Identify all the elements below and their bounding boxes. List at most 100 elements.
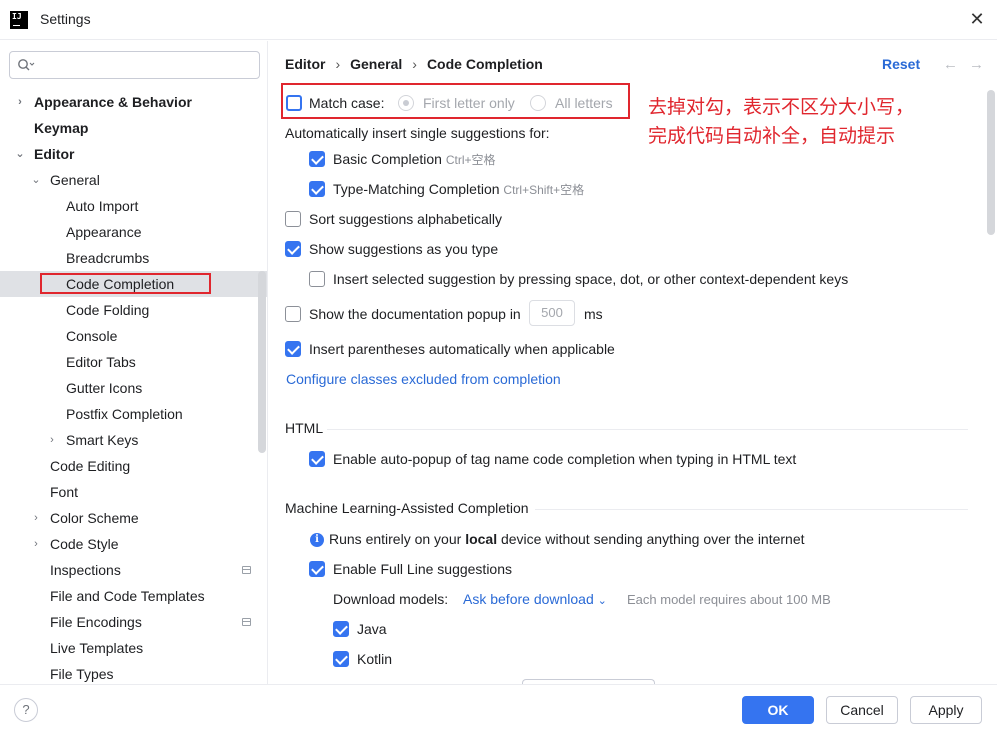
chevron-right-icon[interactable]: ›	[30, 531, 42, 557]
sidebar-item-code-folding[interactable]: Code Folding	[0, 297, 267, 323]
chevron-right-icon[interactable]: ›	[14, 89, 26, 115]
type-matching-row: Type-Matching Completion Ctrl+Shift+空格	[333, 179, 584, 200]
sidebar-item-label: Auto Import	[66, 198, 139, 214]
sidebar-item-inspections[interactable]: Inspections	[0, 557, 267, 583]
sidebar-item-color-scheme[interactable]: › Color Scheme	[0, 505, 267, 531]
back-arrow-icon[interactable]: ←	[943, 56, 958, 73]
sidebar-item-font[interactable]: Font	[0, 479, 267, 505]
sidebar-item-editor-tabs[interactable]: Editor Tabs	[0, 349, 267, 375]
sidebar-item-label: Code Folding	[66, 302, 150, 318]
kotlin-checkbox[interactable]	[333, 651, 349, 667]
content-scrollbar[interactable]	[987, 90, 995, 235]
sidebar-item-label: Editor Tabs	[66, 354, 136, 370]
kotlin-label: Kotlin	[357, 651, 393, 667]
sidebar-item-file-encodings[interactable]: File Encodings	[0, 609, 267, 635]
breadcrumb-general[interactable]: General	[350, 56, 402, 72]
sidebar-item-label: Appearance	[66, 224, 142, 240]
ml-info-text: Runs entirely on your local device witho…	[329, 529, 805, 549]
chevron-right-icon[interactable]: ›	[30, 505, 42, 531]
project-scope-icon	[242, 618, 251, 626]
close-icon[interactable]: ✕	[967, 9, 987, 29]
breadcrumb-separator: ›	[335, 56, 341, 72]
sidebar-item-postfix-completion[interactable]: Postfix Completion	[0, 401, 267, 427]
sidebar-item-code-editing[interactable]: Code Editing	[0, 453, 267, 479]
sidebar-item-label: Breadcrumbs	[66, 250, 150, 266]
sidebar-item-label: General	[50, 172, 100, 188]
doc-popup-label: Show the documentation popup in	[309, 306, 521, 322]
sidebar-item-general[interactable]: ⌄ General	[0, 167, 267, 193]
sort-alphabetically-checkbox[interactable]	[285, 211, 301, 227]
project-scope-icon	[242, 566, 251, 574]
ml-info-post: device without sending anything over the…	[497, 531, 805, 547]
sidebar-item-label: Smart Keys	[66, 432, 139, 448]
help-icon[interactable]: ?	[14, 698, 38, 722]
sidebar-item-smart-keys[interactable]: › Smart Keys	[0, 427, 267, 453]
apply-button[interactable]: Apply	[910, 696, 982, 724]
auto-insert-heading: Automatically insert single suggestions …	[285, 125, 550, 141]
sidebar-item-file-types[interactable]: File Types	[0, 661, 267, 684]
settings-content: Editor › General › Code Completion Reset ← →…	[269, 41, 997, 684]
sidebar-item-keymap[interactable]: Keymap	[0, 115, 267, 141]
sidebar-item-console[interactable]: Console	[0, 323, 267, 349]
java-label: Java	[357, 621, 387, 637]
section-divider	[535, 509, 968, 510]
sort-alphabetically-label: Sort suggestions alphabetically	[309, 211, 503, 227]
search-input[interactable]	[9, 51, 260, 79]
cancel-button[interactable]: Cancel	[826, 696, 898, 724]
sidebar-item-editor[interactable]: ⌄ Editor	[0, 141, 267, 167]
settings-sidebar: › Appearance & Behavior Keymap ⌄ Editor …	[0, 41, 268, 684]
sidebar-item-label: Inspections	[50, 562, 121, 578]
type-matching-checkbox[interactable]	[309, 181, 325, 197]
sidebar-item-label: Postfix Completion	[66, 406, 183, 422]
insert-selected-checkbox[interactable]	[309, 271, 325, 287]
download-models-dropdown[interactable]: Ask before download ⌄	[463, 589, 607, 611]
java-checkbox[interactable]	[333, 621, 349, 637]
html-auto-popup-checkbox[interactable]	[309, 451, 325, 467]
sidebar-item-appearance-behavior[interactable]: › Appearance & Behavior	[0, 89, 267, 115]
chevron-right-icon[interactable]: ›	[46, 427, 58, 453]
show-suggestions-checkbox[interactable]	[285, 241, 301, 257]
sidebar-item-code-completion[interactable]: Code Completion	[0, 271, 267, 297]
type-matching-shortcut: Ctrl+Shift+空格	[503, 183, 585, 197]
full-line-checkbox[interactable]	[309, 561, 325, 577]
sidebar-item-label: Console	[66, 328, 118, 344]
sidebar-item-label: Code Style	[50, 536, 119, 552]
sidebar-item-live-templates[interactable]: Live Templates	[0, 635, 267, 661]
all-letters-label: All letters	[555, 95, 613, 111]
info-icon: i	[310, 533, 324, 547]
breadcrumb-editor[interactable]: Editor	[285, 56, 325, 72]
basic-completion-checkbox[interactable]	[309, 151, 325, 167]
chevron-down-icon: ⌄	[597, 595, 607, 607]
reset-button[interactable]: Reset	[882, 56, 920, 72]
insert-parens-label: Insert parentheses automatically when ap…	[309, 341, 615, 357]
sidebar-item-gutter-icons[interactable]: Gutter Icons	[0, 375, 267, 401]
sidebar-item-appearance[interactable]: Appearance	[0, 219, 267, 245]
window-title: Settings	[40, 11, 91, 27]
sidebar-scrollbar[interactable]	[258, 271, 266, 453]
section-divider	[327, 429, 968, 430]
sidebar-item-file-code-templates[interactable]: File and Code Templates	[0, 583, 267, 609]
first-letter-only-radio[interactable]	[398, 95, 414, 111]
type-matching-label: Type-Matching Completion	[333, 181, 500, 197]
all-letters-radio[interactable]	[530, 95, 546, 111]
configure-excluded-link[interactable]: Configure classes excluded from completi…	[286, 369, 561, 389]
match-case-checkbox[interactable]	[286, 95, 302, 111]
sidebar-item-breadcrumbs[interactable]: Breadcrumbs	[0, 245, 267, 271]
doc-popup-delay-input[interactable]: 500	[529, 300, 575, 326]
title-bar: IJ Settings ✕	[0, 0, 997, 40]
sidebar-item-label: Editor	[34, 146, 75, 162]
insert-selected-label: Insert selected suggestion by pressing s…	[333, 271, 849, 287]
download-models-value: Ask before download	[463, 591, 594, 607]
insert-parens-checkbox[interactable]	[285, 341, 301, 357]
basic-completion-shortcut: Ctrl+空格	[445, 153, 496, 167]
ok-button[interactable]: OK	[742, 696, 814, 724]
doc-popup-unit: ms	[584, 306, 603, 322]
doc-popup-checkbox[interactable]	[285, 306, 301, 322]
forward-arrow-icon[interactable]: →	[969, 56, 984, 73]
sidebar-item-label: Gutter Icons	[66, 380, 143, 396]
sidebar-item-auto-import[interactable]: Auto Import	[0, 193, 267, 219]
sidebar-item-code-style[interactable]: › Code Style	[0, 531, 267, 557]
chevron-down-icon[interactable]: ⌄	[30, 167, 42, 193]
chevron-down-icon[interactable]: ⌄	[14, 141, 26, 167]
dialog-footer: ? OK Cancel Apply	[0, 684, 997, 734]
